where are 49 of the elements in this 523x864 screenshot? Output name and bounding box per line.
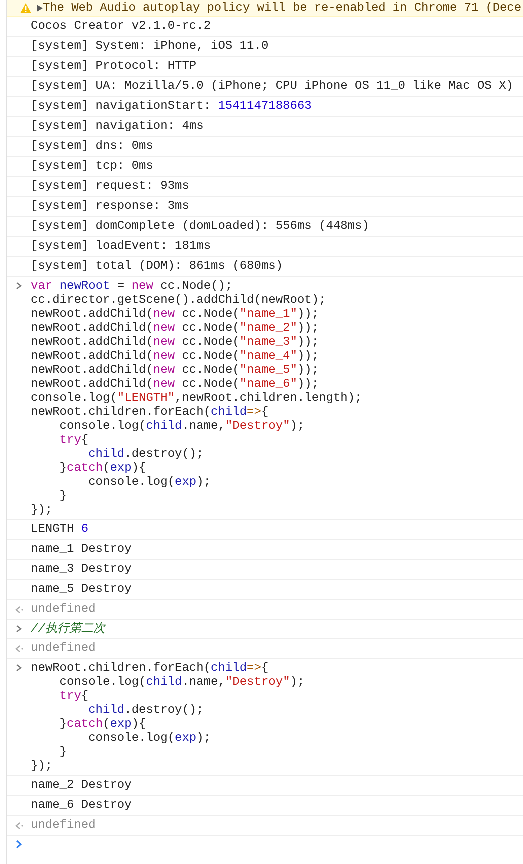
code-line: newRoot.addChild(new cc.Node("name_5"));	[31, 363, 320, 377]
log-message: name_1 Destroy	[31, 541, 132, 558]
log-message: name_6 Destroy	[31, 797, 132, 814]
result-value: undefined	[31, 640, 96, 657]
code-line: newRoot.addChild(new cc.Node("name_2"));	[31, 321, 320, 335]
code-line: console.log(exp);	[88, 475, 212, 489]
log-message: [system] navigation: 4ms	[31, 118, 204, 135]
code-line: child.destroy();	[88, 447, 205, 461]
code-line: newRoot.addChild(new cc.Node("name_3"));	[31, 335, 320, 349]
code-line: console.log(child.name,"Destroy");	[58, 675, 305, 689]
result-value: undefined	[31, 817, 96, 834]
code-line: try{	[58, 433, 89, 447]
code-line: newRoot.children.forEach(child=>{	[31, 405, 270, 419]
log-message: [system] total (DOM): 861ms (680ms)	[31, 258, 284, 275]
code-line: newRoot.addChild(new cc.Node("name_4"));	[31, 349, 320, 363]
code-line: }catch(exp){	[58, 717, 148, 731]
code-line: }catch(exp){	[58, 461, 148, 475]
log-message: [system] UA: Mozilla/5.0 (iPhone; CPU iPhone OS 11_0 like Mac OS X)	[31, 78, 514, 95]
log-message: name_3 Destroy	[31, 561, 132, 578]
log-message: LENGTH 6	[31, 521, 89, 538]
code-line: newRoot.addChild(new cc.Node("name_6"));	[31, 377, 320, 391]
log-message: name_2 Destroy	[31, 777, 132, 794]
code-line: });	[31, 503, 54, 517]
log-message: [system] loadEvent: 181ms	[31, 238, 212, 255]
code-line: var newRoot = new cc.Node();	[31, 279, 234, 293]
code-line: console.log(child.name,"Destroy");	[58, 419, 306, 433]
log-message: [system] System: iPhone, iOS 11.0	[31, 38, 269, 55]
code-line: console.log("LENGTH",newRoot.children.length);	[31, 391, 362, 405]
log-message: [system] tcp: 0ms	[31, 158, 154, 175]
log-message: name_5 Destroy	[31, 581, 132, 598]
log-message: [system] response: 3ms	[31, 198, 190, 215]
code-line: newRoot.addChild(new cc.Node("name_1"));	[31, 307, 320, 321]
code-line: }	[58, 489, 68, 503]
code-line: newRoot.children.forEach(child=>{	[31, 661, 270, 675]
log-message: [system] dns: 0ms	[31, 138, 154, 155]
result-value: undefined	[31, 601, 96, 618]
code-line: try{	[58, 689, 89, 703]
code-line: //执行第二次	[31, 622, 106, 636]
code-line: });	[31, 759, 54, 773]
code-line: }	[58, 745, 68, 759]
warning-message: The Web Audio autoplay policy will be re-enabled in Chrome 71 (Dece	[43, 0, 522, 16]
log-message: Cocos Creator v2.1.0-rc.2	[31, 18, 212, 35]
log-message: [system] navigationStart: 1541147188663	[31, 98, 312, 115]
code-line: console.log(exp);	[88, 731, 212, 745]
log-message: [system] Protocol: HTTP	[31, 58, 197, 75]
code-line: child.destroy();	[88, 703, 205, 717]
log-message: [system] request: 93ms	[31, 178, 190, 195]
log-message: [system] domComplete (domLoaded): 556ms (448ms)	[31, 218, 370, 235]
code-line: cc.director.getScene().addChild(newRoot);	[31, 293, 328, 307]
